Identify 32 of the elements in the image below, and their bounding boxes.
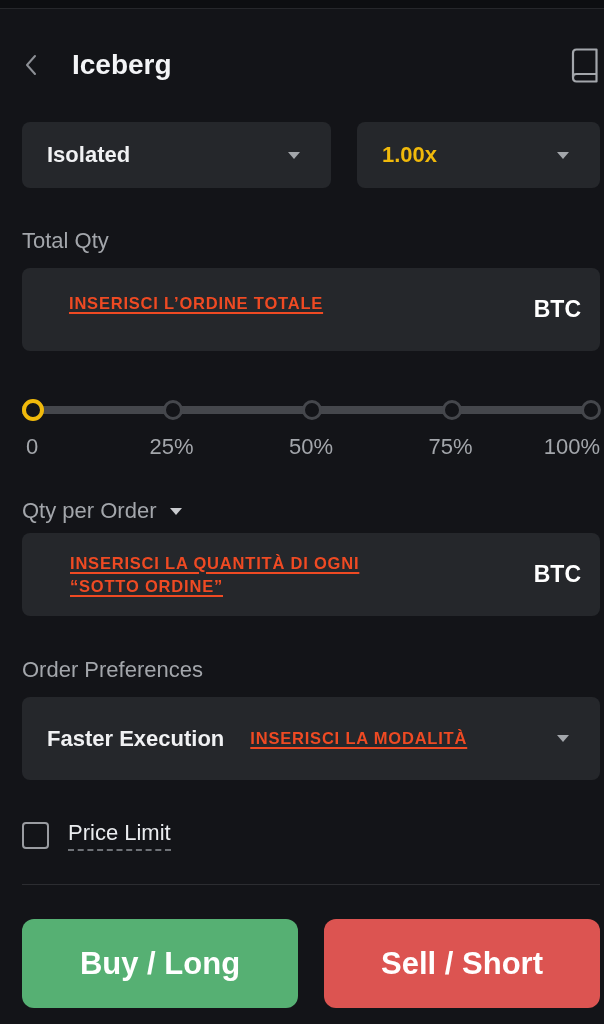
unit-label: BTC — [533, 561, 581, 588]
sell-short-button[interactable]: Sell / Short — [324, 919, 600, 1008]
slider-thumb[interactable] — [22, 399, 44, 421]
caret-icon — [557, 735, 569, 742]
price-limit-label[interactable]: Price Limit — [68, 819, 171, 851]
annotation-text: INSERISCI L’ORDINE TOTALE — [69, 293, 324, 314]
slider-tick-label: 25% — [149, 434, 194, 460]
qty-per-order-selector[interactable]: Qty per Order — [22, 497, 183, 525]
slider-stop-icon[interactable] — [162, 400, 183, 420]
margin-mode-dropdown[interactable]: Isolated — [22, 122, 331, 188]
page-title: Iceberg — [72, 49, 172, 81]
caret-icon — [557, 151, 569, 159]
order-preference-dropdown[interactable]: Faster Execution INSERISCI LA MODALITÀ — [22, 697, 600, 780]
total-qty-field[interactable]: INSERISCI L’ORDINE TOTALE BTC — [22, 268, 600, 351]
slider-stop-icon[interactable] — [441, 400, 462, 420]
annotation-text: INSERISCI LA QUANTITÀ DI OGNI “SOTTO ORDINE” — [70, 552, 361, 597]
qty-per-order-field[interactable]: INSERISCI LA QUANTITÀ DI OGNI “SOTTO ORDINE” BTC — [22, 533, 600, 616]
price-limit-checkbox[interactable] — [22, 821, 49, 849]
unit-label: BTC — [533, 296, 581, 323]
back-icon[interactable] — [25, 54, 37, 76]
annotation-text: INSERISCI LA MODALITÀ — [250, 728, 468, 749]
slider-stop-icon[interactable] — [302, 400, 322, 420]
leverage-dropdown[interactable]: 1.00x — [357, 122, 600, 188]
slider-tick-label: 0 — [25, 434, 39, 460]
slider-tick-label: 75% — [428, 434, 473, 460]
caret-icon — [288, 151, 300, 159]
field-label: Total Qty — [22, 227, 110, 255]
slider-tick-label: 50% — [289, 434, 333, 460]
slider-tick-label: 100% — [543, 434, 600, 460]
field-label: Order Preferences — [22, 656, 204, 684]
slider-stop-icon[interactable] — [581, 400, 601, 420]
caret-icon — [170, 507, 183, 515]
